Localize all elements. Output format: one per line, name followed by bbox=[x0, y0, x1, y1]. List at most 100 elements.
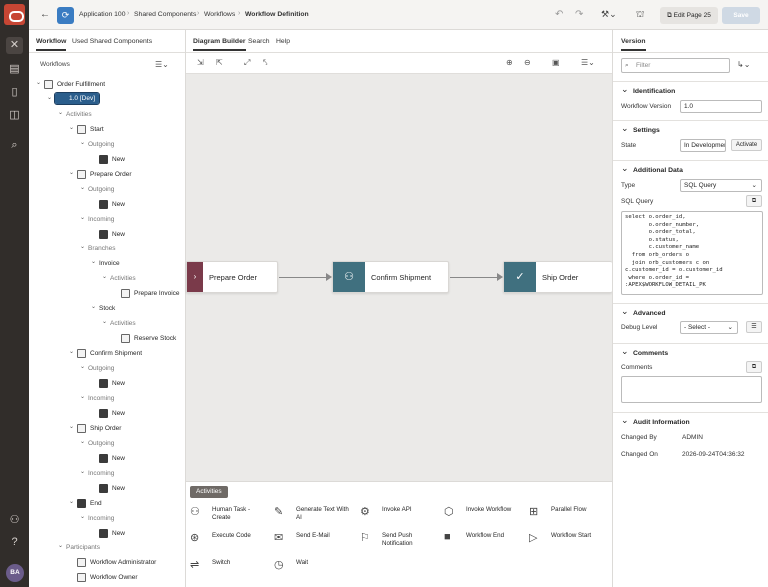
tree-expand-icon[interactable]: ⌄ bbox=[36, 79, 41, 86]
tools-icon[interactable]: ✕ bbox=[6, 37, 23, 54]
tree-expand-icon[interactable]: ⌄ bbox=[58, 109, 63, 116]
database-icon[interactable]: ▤ bbox=[6, 61, 23, 78]
palette-item[interactable]: Execute Code bbox=[212, 532, 251, 540]
palette-item[interactable]: Human Task - Create bbox=[212, 506, 250, 522]
search-icon[interactable]: ⌕ bbox=[6, 137, 23, 154]
comments-editor-icon[interactable]: ⧉ bbox=[746, 361, 762, 373]
tree-node[interactable]: Incoming bbox=[88, 395, 114, 402]
tree-expand-icon[interactable]: ⌄ bbox=[69, 348, 74, 355]
tree-node[interactable]: New bbox=[112, 410, 125, 417]
tab-version[interactable]: Version bbox=[621, 38, 646, 51]
go-to-group-icon[interactable]: ↳⌄ bbox=[737, 60, 750, 69]
section-advanced[interactable]: Advanced bbox=[613, 303, 768, 321]
tree-node[interactable]: Prepare Order bbox=[90, 171, 132, 178]
undo-icon[interactable]: ↶ bbox=[555, 9, 563, 20]
edit-page-button[interactable]: ⧉ Edit Page 25 bbox=[660, 7, 718, 24]
breadcrumb-shared-components[interactable]: Shared Components bbox=[134, 11, 196, 18]
tree-expand-icon[interactable]: ⌄ bbox=[80, 468, 85, 475]
palette-item[interactable]: Parallel Flow bbox=[551, 506, 586, 514]
palette-item[interactable]: Wait bbox=[296, 559, 308, 567]
activate-button[interactable]: Activate bbox=[731, 139, 762, 151]
tree-expand-icon[interactable]: ⌄ bbox=[58, 542, 63, 549]
tree-node[interactable]: Workflow Owner bbox=[90, 574, 138, 581]
tree-node[interactable]: Outgoing bbox=[88, 141, 114, 148]
tree-node[interactable]: Order Fulfillment bbox=[57, 81, 105, 88]
tree-expand-icon[interactable]: ⌄ bbox=[102, 273, 107, 280]
tree-node[interactable]: Ship Order bbox=[90, 425, 121, 432]
tab-help[interactable]: Help bbox=[276, 38, 290, 45]
palette-item[interactable]: Send Push Notification bbox=[382, 532, 413, 548]
tree-expand-icon[interactable]: ⌄ bbox=[91, 258, 96, 265]
tree-expand-icon[interactable]: ⌄ bbox=[69, 169, 74, 176]
code-editor-icon[interactable]: ⧉ bbox=[746, 195, 762, 207]
section-additional-data[interactable]: Additional Data bbox=[613, 160, 768, 178]
tree-node[interactable]: Incoming bbox=[88, 470, 114, 477]
palette-item[interactable]: Generate Text With AI bbox=[296, 506, 349, 522]
tree-expand-icon[interactable]: ⌄ bbox=[69, 423, 74, 430]
tree-node[interactable]: Branches bbox=[88, 245, 115, 252]
tree-expand-icon[interactable]: ⌄ bbox=[80, 243, 85, 250]
tree-node[interactable]: Outgoing bbox=[88, 440, 114, 447]
package-icon[interactable]: ◫ bbox=[6, 107, 23, 124]
zoom-in-icon[interactable]: ⊕ bbox=[506, 58, 513, 67]
tree-node[interactable]: Activities bbox=[110, 320, 136, 327]
palette-item[interactable]: Workflow End bbox=[466, 532, 504, 540]
comments-textarea[interactable] bbox=[621, 376, 762, 403]
palette-item[interactable]: Workflow Start bbox=[551, 532, 591, 540]
edge-confirm-to-ship[interactable] bbox=[450, 277, 497, 278]
redo-icon[interactable]: ↷ bbox=[575, 9, 583, 20]
tree-expand-icon[interactable]: ⌄ bbox=[80, 363, 85, 370]
type-select[interactable]: SQL Query ⌄ bbox=[680, 179, 762, 192]
section-audit-information[interactable]: Audit Information bbox=[613, 412, 768, 430]
section-comments[interactable]: Comments bbox=[613, 343, 768, 361]
tree-menu-icon[interactable]: ☰⌄ bbox=[155, 60, 169, 69]
tab-workflow[interactable]: Workflow bbox=[36, 38, 67, 51]
tree-node[interactable]: New bbox=[112, 201, 125, 208]
tree-node[interactable]: Activities bbox=[110, 275, 136, 282]
tree-expand-icon[interactable]: ⌄ bbox=[80, 214, 85, 221]
save-button[interactable]: Save bbox=[722, 7, 760, 24]
edge-prepare-to-confirm[interactable] bbox=[279, 277, 326, 278]
tree-node[interactable]: Start bbox=[90, 126, 104, 133]
tree-node[interactable]: Outgoing bbox=[88, 186, 114, 193]
workflow-version-field[interactable]: 1.0 bbox=[680, 100, 762, 113]
tree-node[interactable]: New bbox=[112, 380, 125, 387]
tree-node[interactable]: Reserve Stock bbox=[134, 335, 176, 342]
palette-item[interactable]: Invoke API bbox=[382, 506, 412, 514]
utilities-icon[interactable]: ⚒⌄ bbox=[601, 9, 617, 20]
node-prepare-order[interactable]: › Prepare Order bbox=[186, 261, 278, 293]
tree-expand-icon[interactable]: ⌄ bbox=[69, 124, 74, 131]
tree-expand-icon[interactable]: ⌄ bbox=[80, 438, 85, 445]
diagram-canvas[interactable] bbox=[186, 30, 612, 481]
tree-node[interactable]: Invoice bbox=[99, 260, 120, 267]
route-icon[interactable]: ⤣ bbox=[263, 58, 268, 68]
zoom-out-icon[interactable]: ⊖ bbox=[524, 58, 531, 67]
tree-node[interactable]: Outgoing bbox=[88, 365, 114, 372]
tree-node[interactable]: Stock bbox=[99, 305, 115, 312]
tree-node[interactable]: New bbox=[112, 530, 125, 537]
tree-node[interactable]: New bbox=[112, 231, 125, 238]
avatar[interactable]: BA bbox=[6, 564, 24, 582]
tree-node[interactable]: New bbox=[112, 156, 125, 163]
back-arrow-icon[interactable]: ← bbox=[40, 9, 50, 20]
tab-used-shared-components[interactable]: Used Shared Components bbox=[72, 38, 152, 45]
tree-node[interactable]: New bbox=[112, 455, 125, 462]
tree-expand-icon[interactable]: ⌄ bbox=[69, 498, 74, 505]
palette-item[interactable]: Switch bbox=[212, 559, 230, 567]
tree-node[interactable]: Confirm Shipment bbox=[90, 350, 142, 357]
add-node-icon[interactable]: ⇲ bbox=[197, 58, 204, 67]
tree-node[interactable]: 1.0 [Dev] bbox=[53, 91, 101, 105]
tree-expand-icon[interactable]: ⌄ bbox=[80, 513, 85, 520]
tree-node[interactable]: Incoming bbox=[88, 515, 114, 522]
sql-query-editor[interactable]: select o.order_id, o.order_number, o.ord… bbox=[621, 211, 763, 295]
tree-node[interactable]: Activities bbox=[66, 111, 92, 118]
connect-icon[interactable]: ⤢ bbox=[244, 58, 250, 68]
tree-expand-icon[interactable]: ⌄ bbox=[47, 94, 52, 101]
tree-expand-icon[interactable]: ⌄ bbox=[91, 303, 96, 310]
canvas-menu-icon[interactable]: ☰⌄ bbox=[581, 58, 595, 67]
tab-search[interactable]: Search bbox=[248, 38, 270, 45]
shared-components-icon[interactable]: ⛫ bbox=[636, 9, 644, 21]
breadcrumb-app[interactable]: Application 100 bbox=[79, 11, 125, 18]
tree-node[interactable]: Workflow Administrator bbox=[90, 559, 156, 566]
filter-input[interactable]: ⌕ Filter bbox=[621, 58, 730, 73]
